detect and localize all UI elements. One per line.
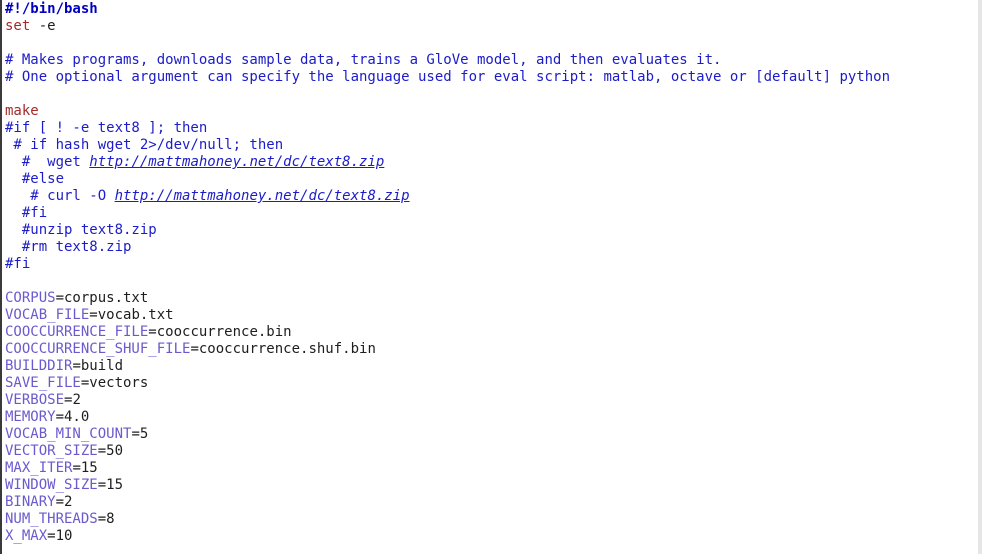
- code-line[interactable]: #else: [5, 171, 890, 188]
- code-token: =2: [55, 494, 73, 510]
- code-line[interactable]: # wget http://mattmahoney.net/dc/text8.z…: [5, 154, 890, 171]
- code-line[interactable]: #unzip text8.zip: [5, 222, 890, 239]
- comment-token: # curl -O: [5, 188, 115, 204]
- variable-name: MEMORY: [5, 409, 56, 425]
- code-line[interactable]: WINDOW_SIZE=15: [5, 477, 890, 494]
- variable-name: CORPUS: [5, 290, 56, 306]
- code-editor[interactable]: #!/bin/bash set -e # Makes programs, down…: [0, 0, 982, 554]
- variable-name: VECTOR_SIZE: [5, 443, 98, 459]
- code-token: =8: [97, 511, 115, 527]
- code-line[interactable]: set -e: [5, 18, 890, 35]
- variable-name: BUILDDIR: [5, 358, 73, 374]
- code-token: =15: [72, 460, 98, 476]
- code-line[interactable]: VECTOR_SIZE=50: [5, 443, 890, 460]
- code-token: =4.0: [55, 409, 90, 425]
- code-line[interactable]: BINARY=2: [5, 494, 890, 511]
- code-line[interactable]: #fi: [5, 256, 890, 273]
- keyword-token: make: [5, 103, 39, 119]
- variable-name: COOCCURRENCE_SHUF_FILE: [5, 341, 191, 357]
- code-line[interactable]: MAX_ITER=15: [5, 460, 890, 477]
- code-token: =15: [97, 477, 124, 493]
- code-line[interactable]: [5, 273, 890, 290]
- keyword-token: set: [5, 18, 31, 34]
- code-line[interactable]: VOCAB_MIN_COUNT=5: [5, 426, 890, 443]
- variable-name: VOCAB_FILE: [5, 307, 90, 323]
- vertical-scrollbar[interactable]: [978, 0, 982, 554]
- code-line[interactable]: COOCCURRENCE_SHUF_FILE=cooccurrence.shuf…: [5, 341, 890, 358]
- comment-token: #else: [5, 171, 65, 187]
- code-line[interactable]: make: [5, 103, 890, 120]
- code-token: =10: [47, 528, 73, 544]
- variable-name: COOCCURRENCE_FILE: [5, 324, 149, 340]
- comment-token: # if hash wget 2>/dev/null; then: [5, 137, 284, 153]
- code-line[interactable]: # if hash wget 2>/dev/null; then: [5, 137, 890, 154]
- code-line[interactable]: VERBOSE=2: [5, 392, 890, 409]
- variable-name: MAX_ITER: [5, 460, 73, 476]
- comment-token: #if [ ! -e text8 ]; then: [5, 120, 208, 136]
- code-line[interactable]: CORPUS=corpus.txt: [5, 290, 890, 307]
- variable-name: X_MAX: [5, 528, 48, 544]
- url-link[interactable]: http://mattmahoney.net/dc/text8.zip: [89, 154, 384, 170]
- code-token: =5: [131, 426, 149, 442]
- code-line[interactable]: SAVE_FILE=vectors: [5, 375, 890, 392]
- comment-token: # wget: [5, 154, 90, 170]
- code-token: =vectors: [80, 375, 149, 391]
- code-token: =corpus.txt: [55, 290, 149, 306]
- variable-name: SAVE_FILE: [5, 375, 81, 391]
- variable-name: VOCAB_MIN_COUNT: [5, 426, 132, 442]
- variable-name: NUM_THREADS: [5, 511, 98, 527]
- code-line[interactable]: #rm text8.zip: [5, 239, 890, 256]
- comment-token: # Makes programs, downloads sample data,…: [5, 52, 722, 68]
- code-token: =cooccurrence.shuf.bin: [190, 341, 376, 357]
- code-line[interactable]: NUM_THREADS=8: [5, 511, 890, 528]
- code-line[interactable]: X_MAX=10: [5, 528, 890, 545]
- shebang-line: #!/bin/bash: [5, 1, 98, 17]
- code-line[interactable]: #fi: [5, 205, 890, 222]
- code-line[interactable]: #!/bin/bash: [5, 1, 890, 18]
- code-line[interactable]: # curl -O http://mattmahoney.net/dc/text…: [5, 188, 890, 205]
- code-line[interactable]: BUILDDIR=build: [5, 358, 890, 375]
- code-token: =2: [64, 392, 81, 408]
- code-token: =vocab.txt: [89, 307, 174, 323]
- code-line[interactable]: [5, 86, 890, 103]
- variable-name: VERBOSE: [5, 392, 65, 408]
- url-link[interactable]: http://mattmahoney.net/dc/text8.zip: [115, 188, 410, 204]
- code-line[interactable]: [5, 35, 890, 52]
- variable-name: WINDOW_SIZE: [5, 477, 98, 493]
- code-token: =build: [72, 358, 124, 374]
- comment-token: # One optional argument can specify the …: [5, 69, 891, 85]
- code-line[interactable]: #if [ ! -e text8 ]; then: [5, 120, 890, 137]
- code-line[interactable]: # One optional argument can specify the …: [5, 69, 890, 86]
- code-token: =cooccurrence.bin: [148, 324, 292, 340]
- comment-token: #rm text8.zip: [5, 239, 132, 255]
- comment-token: #fi: [5, 256, 31, 272]
- variable-name: BINARY: [5, 494, 56, 510]
- code-text-area[interactable]: #!/bin/bash set -e # Makes programs, down…: [5, 1, 890, 545]
- code-line[interactable]: VOCAB_FILE=vocab.txt: [5, 307, 890, 324]
- code-token: -e: [30, 18, 56, 34]
- code-line[interactable]: MEMORY=4.0: [5, 409, 890, 426]
- code-line[interactable]: # Makes programs, downloads sample data,…: [5, 52, 890, 69]
- comment-token: #fi: [5, 205, 48, 221]
- code-token: =50: [97, 443, 124, 459]
- code-line[interactable]: COOCCURRENCE_FILE=cooccurrence.bin: [5, 324, 890, 341]
- comment-token: #unzip text8.zip: [5, 222, 157, 238]
